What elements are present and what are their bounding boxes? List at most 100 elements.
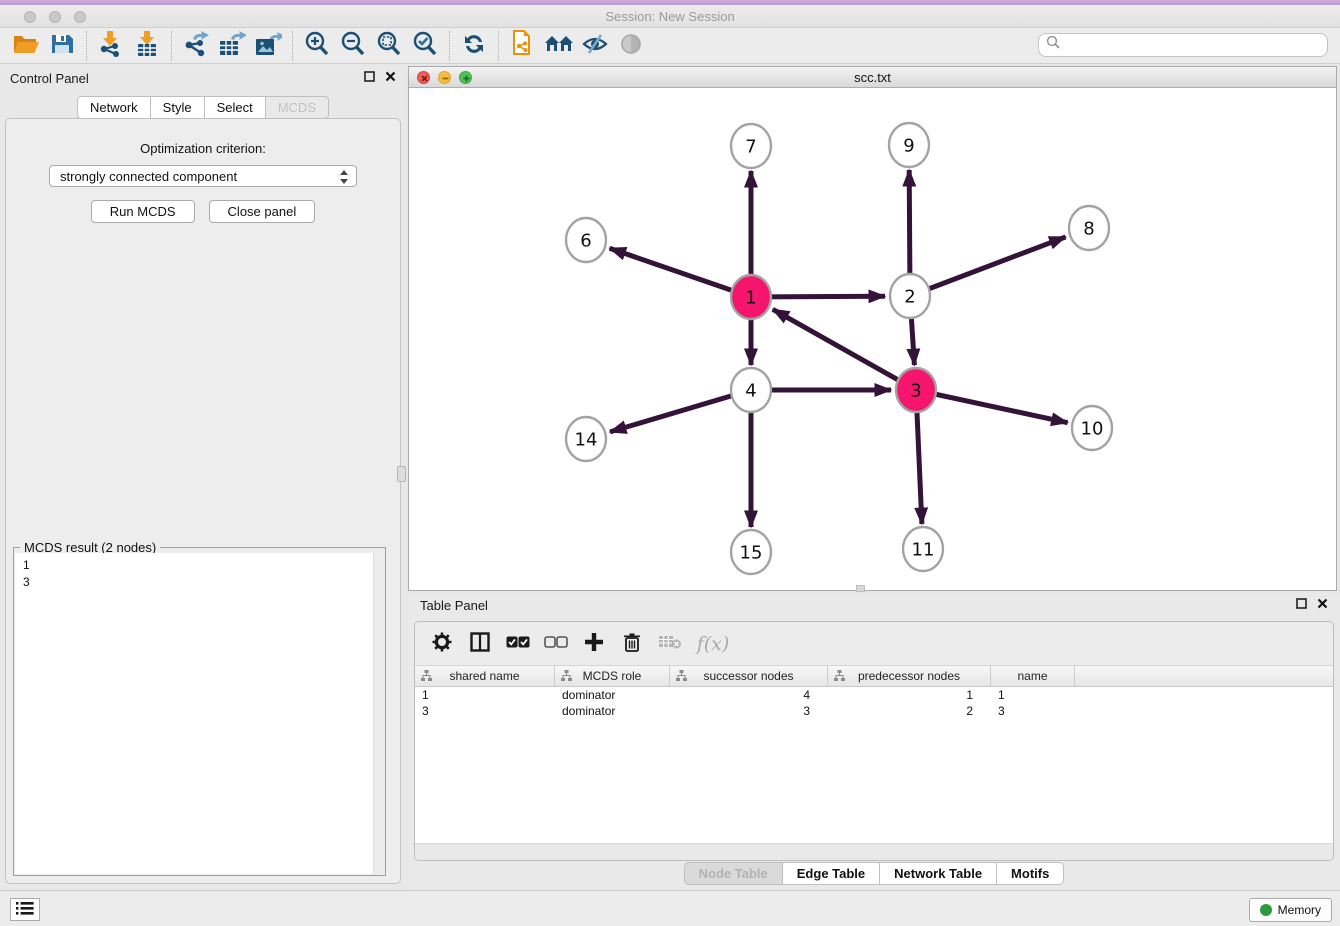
export-table-button[interactable] <box>214 30 250 62</box>
close-panel-button[interactable]: Close panel <box>209 200 316 223</box>
run-mcds-button[interactable]: Run MCDS <box>91 200 195 223</box>
graph-node-15[interactable]: 15 <box>731 530 771 574</box>
zoom-out-icon <box>340 31 366 60</box>
graph-node-11[interactable]: 11 <box>903 527 943 571</box>
zoom-fit-button[interactable] <box>371 30 407 62</box>
column-header-MCDS-role[interactable]: MCDS role <box>555 666 670 686</box>
mcds-result-list[interactable]: 13 <box>15 553 384 874</box>
search-input[interactable] <box>1061 36 1327 54</box>
network-window-titlebar[interactable]: scc.txt <box>409 67 1336 88</box>
tab-mcds[interactable]: MCDS <box>265 96 329 119</box>
zoom-selected-button[interactable] <box>407 30 443 62</box>
open-folder-icon <box>13 33 39 58</box>
export-network-button[interactable] <box>178 30 214 62</box>
function-builder-button[interactable]: f(x) <box>691 627 735 661</box>
tab-node-table[interactable]: Node Table <box>684 862 783 885</box>
split-panel-icon <box>470 632 490 655</box>
task-history-button[interactable] <box>10 898 40 921</box>
graph-node-10[interactable]: 10 <box>1072 406 1112 450</box>
hierarchy-icon <box>561 670 572 684</box>
result-scrollbar[interactable] <box>373 553 385 874</box>
eye-disabled-icon <box>619 32 643 59</box>
close-table-panel-icon[interactable] <box>1317 596 1328 614</box>
search-box[interactable] <box>1038 33 1328 57</box>
table-row[interactable]: 3dominator323 <box>415 703 1333 719</box>
import-network-button[interactable] <box>93 30 129 62</box>
tab-select[interactable]: Select <box>204 96 266 119</box>
search-icon <box>1046 35 1061 55</box>
table-header-row: shared nameMCDS rolesuccessor nodesprede… <box>415 666 1333 687</box>
import-table-button[interactable] <box>129 30 165 62</box>
tab-network-table[interactable]: Network Table <box>879 862 997 885</box>
graph-node-2[interactable]: 2 <box>890 274 930 318</box>
toolbar-separator <box>86 31 87 61</box>
export-network-icon <box>183 31 209 60</box>
import-table-icon <box>135 31 159 60</box>
vertical-splitter-grip[interactable] <box>397 466 406 482</box>
horizontal-splitter-grip[interactable] <box>856 585 865 592</box>
apply-layout-button[interactable] <box>456 30 492 62</box>
tab-network[interactable]: Network <box>77 96 151 119</box>
export-image-button[interactable] <box>250 30 286 62</box>
column-header-name[interactable]: name <box>991 666 1075 686</box>
column-header-shared-name[interactable]: shared name <box>415 666 555 686</box>
edge-1-6 <box>610 248 751 297</box>
import-network-icon <box>99 31 123 60</box>
save-icon <box>50 33 74 58</box>
mcds-result-line: 1 <box>23 557 384 574</box>
svg-text:7: 7 <box>745 136 756 157</box>
svg-text:11: 11 <box>912 539 935 560</box>
tab-style[interactable]: Style <box>150 96 205 119</box>
table-hscrollbar-track[interactable] <box>415 843 1333 860</box>
save-session-button[interactable] <box>44 30 80 62</box>
create-column-button[interactable] <box>577 627 611 661</box>
hide-selected-button[interactable] <box>577 30 613 62</box>
optimization-criterion-select[interactable]: strongly connected component <box>49 165 357 187</box>
show-all-button[interactable] <box>613 30 649 62</box>
network-canvas[interactable]: 7 9 6 8 1 2 4 3 14 10 15 11 <box>409 88 1336 590</box>
table-row[interactable]: 1dominator411 <box>415 687 1333 703</box>
select-all-columns-button[interactable] <box>501 627 535 661</box>
close-panel-icon[interactable] <box>385 69 396 87</box>
tab-edge-table[interactable]: Edge Table <box>782 862 880 885</box>
svg-text:10: 10 <box>1081 418 1104 439</box>
open-session-button[interactable] <box>8 30 44 62</box>
graph-node-14[interactable]: 14 <box>566 417 606 461</box>
float-panel-icon[interactable] <box>364 69 375 87</box>
split-panel-button[interactable] <box>463 627 497 661</box>
svg-text:2: 2 <box>904 286 915 307</box>
svg-text:1: 1 <box>745 287 756 308</box>
neighbors-button[interactable] <box>541 30 577 62</box>
titlebar[interactable]: Session: New Session <box>0 5 1340 28</box>
graph-node-3[interactable]: 3 <box>896 368 936 412</box>
table-delete-icon <box>658 634 682 653</box>
memory-status-dot <box>1260 904 1272 916</box>
graph-node-7[interactable]: 7 <box>731 124 771 168</box>
graph-node-8[interactable]: 8 <box>1069 206 1109 250</box>
tab-motifs[interactable]: Motifs <box>996 862 1064 885</box>
graph-node-6[interactable]: 6 <box>566 218 606 262</box>
clone-network-icon <box>510 30 536 61</box>
graph-node-1[interactable]: 1 <box>731 275 771 319</box>
delete-table-button[interactable] <box>653 627 687 661</box>
zoom-out-button[interactable] <box>335 30 371 62</box>
network-view-window: scc.txt 7 9 6 8 1 2 4 3 14 10 15 11 <box>408 66 1337 591</box>
refresh-arrows-icon <box>462 32 486 59</box>
list-icon <box>16 901 34 919</box>
delete-columns-button[interactable] <box>615 627 649 661</box>
application-window: Session: New Session <box>0 0 1340 926</box>
export-table-icon <box>218 31 246 60</box>
memory-button[interactable]: Memory <box>1249 898 1332 922</box>
checked-boxes-icon <box>506 636 530 651</box>
column-header-successor-nodes[interactable]: successor nodes <box>670 666 828 686</box>
float-table-panel-icon[interactable] <box>1296 596 1307 614</box>
table-settings-button[interactable] <box>425 627 459 661</box>
zoom-in-button[interactable] <box>299 30 335 62</box>
new-network-from-selection-button[interactable] <box>505 30 541 62</box>
graph-node-9[interactable]: 9 <box>889 123 929 167</box>
graph-node-4[interactable]: 4 <box>731 368 771 412</box>
table-panel-tabs: Node Table Edge Table Network Table Moti… <box>408 862 1340 885</box>
deselect-columns-button[interactable] <box>539 627 573 661</box>
edge-4-14 <box>610 390 751 432</box>
column-header-predecessor-nodes[interactable]: predecessor nodes <box>828 666 991 686</box>
